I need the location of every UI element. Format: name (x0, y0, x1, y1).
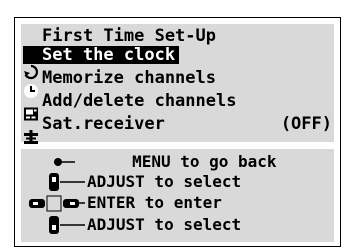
return-icon (23, 28, 39, 80)
satellite-dish-icon (23, 116, 39, 168)
menu-item-add-delete-channels[interactable]: Add/delete channels (23, 91, 237, 144)
channel-edit-icon (23, 93, 39, 144)
setup-screen: First Time Set-Up Set the clock Memorize… (14, 17, 341, 247)
menu-item-label: Memorize channels (42, 68, 216, 88)
joystick-icon (29, 171, 85, 239)
help-back-text: MENU to go back (132, 152, 277, 171)
help-adjust-down-text: ADJUST to select (87, 215, 242, 234)
menu-item-memorize-channels[interactable]: Memorize channels (23, 68, 216, 121)
help-enter-row: ENTER to enter (87, 194, 222, 212)
menu-title-row: First Time Set-Up (23, 26, 216, 80)
help-adjust-up-text: ADJUST to select (87, 172, 242, 191)
help-adjust-down-row: ADJUST to select (87, 216, 241, 234)
tv-icon (23, 70, 39, 121)
sat-receiver-value: (OFF) (280, 114, 332, 134)
help-adjust-up-row: ADJUST to select (87, 173, 241, 191)
help-enter-text: ENTER to enter (87, 193, 222, 212)
clock-icon (23, 47, 39, 98)
menu-item-label: Add/delete channels (42, 91, 237, 111)
help-panel: MENU to go back ADJUST to select ENTER t… (21, 149, 334, 242)
menu-item-set-clock[interactable]: Set the clock (23, 45, 180, 98)
menu-title: First Time Set-Up (42, 26, 216, 46)
menu-item-label: Set the clock (42, 45, 176, 65)
help-back-row: MENU to go back (53, 153, 277, 171)
